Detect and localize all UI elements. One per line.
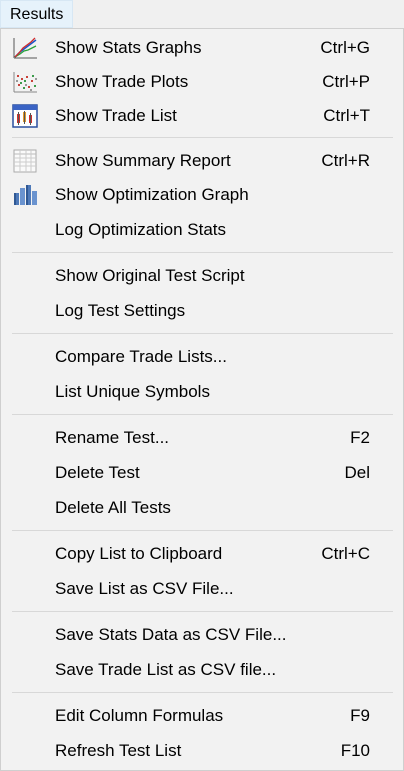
menu-separator: [12, 137, 393, 138]
menu-item-log-test-settings[interactable]: Log Test Settings: [1, 294, 403, 328]
menu-item-log-optimization-stats[interactable]: Log Optimization Stats: [1, 213, 403, 247]
menu-item-label: Show Trade List: [55, 106, 177, 125]
menu-item-show-original-test-script[interactable]: Show Original Test Script: [1, 259, 403, 293]
menu-item-save-stats-data-as-csv[interactable]: Save Stats Data as CSV File...: [1, 618, 403, 652]
menu-separator: [12, 333, 393, 334]
trade-plots-icon: [12, 70, 38, 94]
menu-item-label: Delete All Tests: [55, 498, 171, 517]
results-menu[interactable]: Results: [0, 0, 73, 28]
menu-item-label: Refresh Test List: [55, 741, 182, 760]
menu-item-label: Compare Trade Lists...: [55, 347, 227, 366]
menu-item-label: Show Stats Graphs: [55, 38, 202, 57]
menu-item-show-optimization-graph[interactable]: Show Optimization Graph: [1, 178, 403, 212]
menu-item-shortcut: Ctrl+T: [323, 106, 370, 125]
menu-item-save-list-as-csv[interactable]: Save List as CSV File...: [1, 572, 403, 606]
menu-item-shortcut: Ctrl+P: [322, 72, 370, 91]
menu-separator: [12, 252, 393, 253]
stats-graph-icon: [12, 36, 38, 60]
results-dropdown-menu: Show Stats Graphs Ctrl+G Show Trade Plot…: [0, 28, 404, 771]
menu-item-shortcut: Ctrl+G: [320, 38, 370, 57]
menu-item-delete-test[interactable]: Delete Test Del: [1, 456, 403, 490]
menu-item-list-unique-symbols[interactable]: List Unique Symbols: [1, 375, 403, 409]
menu-item-shortcut: F10: [340, 741, 370, 760]
summary-report-icon: [12, 149, 38, 173]
menu-bar: Results: [0, 0, 404, 28]
menu-item-label: Show Original Test Script: [55, 266, 245, 285]
menu-item-show-trade-plots[interactable]: Show Trade Plots Ctrl+P: [1, 65, 403, 99]
menu-separator: [12, 692, 393, 693]
menu-item-shortcut: Ctrl+C: [321, 544, 370, 563]
menu-item-label: Show Summary Report: [55, 151, 231, 170]
menu-item-label: Rename Test...: [55, 428, 170, 447]
trade-list-icon: [12, 104, 38, 128]
menu-separator: [12, 611, 393, 612]
menu-item-compare-trade-lists[interactable]: Compare Trade Lists...: [1, 340, 403, 374]
menu-item-shortcut: Ctrl+R: [321, 151, 370, 170]
menu-item-edit-column-formulas[interactable]: Edit Column Formulas F9: [1, 699, 403, 733]
menu-item-label: Save Trade List as CSV file...: [55, 660, 277, 679]
menu-item-show-stats-graphs[interactable]: Show Stats Graphs Ctrl+G: [1, 31, 403, 65]
menu-item-label: Save List as CSV File...: [55, 579, 234, 598]
menu-item-label: Show Optimization Graph: [55, 185, 249, 204]
menu-item-label: Delete Test: [55, 463, 140, 482]
menu-item-refresh-test-list[interactable]: Refresh Test List F10: [1, 734, 403, 768]
menu-item-rename-test[interactable]: Rename Test... F2: [1, 421, 403, 455]
menu-item-label: Log Test Settings: [55, 301, 186, 320]
menu-item-label: Show Trade Plots: [55, 72, 189, 91]
menu-item-show-trade-list[interactable]: Show Trade List Ctrl+T: [1, 99, 403, 133]
menu-item-shortcut: Del: [344, 463, 370, 482]
menu-item-save-trade-list-as-csv[interactable]: Save Trade List as CSV file...: [1, 653, 403, 687]
menu-separator: [12, 414, 393, 415]
menu-item-label: Edit Column Formulas: [55, 706, 224, 725]
menu-item-shortcut: F2: [350, 428, 370, 447]
menu-separator: [12, 530, 393, 531]
optimization-graph-icon: [12, 183, 38, 207]
menu-item-copy-list-to-clipboard[interactable]: Copy List to Clipboard Ctrl+C: [1, 537, 403, 571]
menu-item-shortcut: F9: [350, 706, 370, 725]
menu-item-label: Copy List to Clipboard: [55, 544, 223, 563]
menu-item-label: Log Optimization Stats: [55, 220, 227, 239]
menu-item-label: Save Stats Data as CSV File...: [55, 625, 287, 644]
menu-item-delete-all-tests[interactable]: Delete All Tests: [1, 491, 403, 525]
menu-item-label: List Unique Symbols: [55, 382, 210, 401]
menu-item-show-summary-report[interactable]: Show Summary Report Ctrl+R: [1, 144, 403, 178]
